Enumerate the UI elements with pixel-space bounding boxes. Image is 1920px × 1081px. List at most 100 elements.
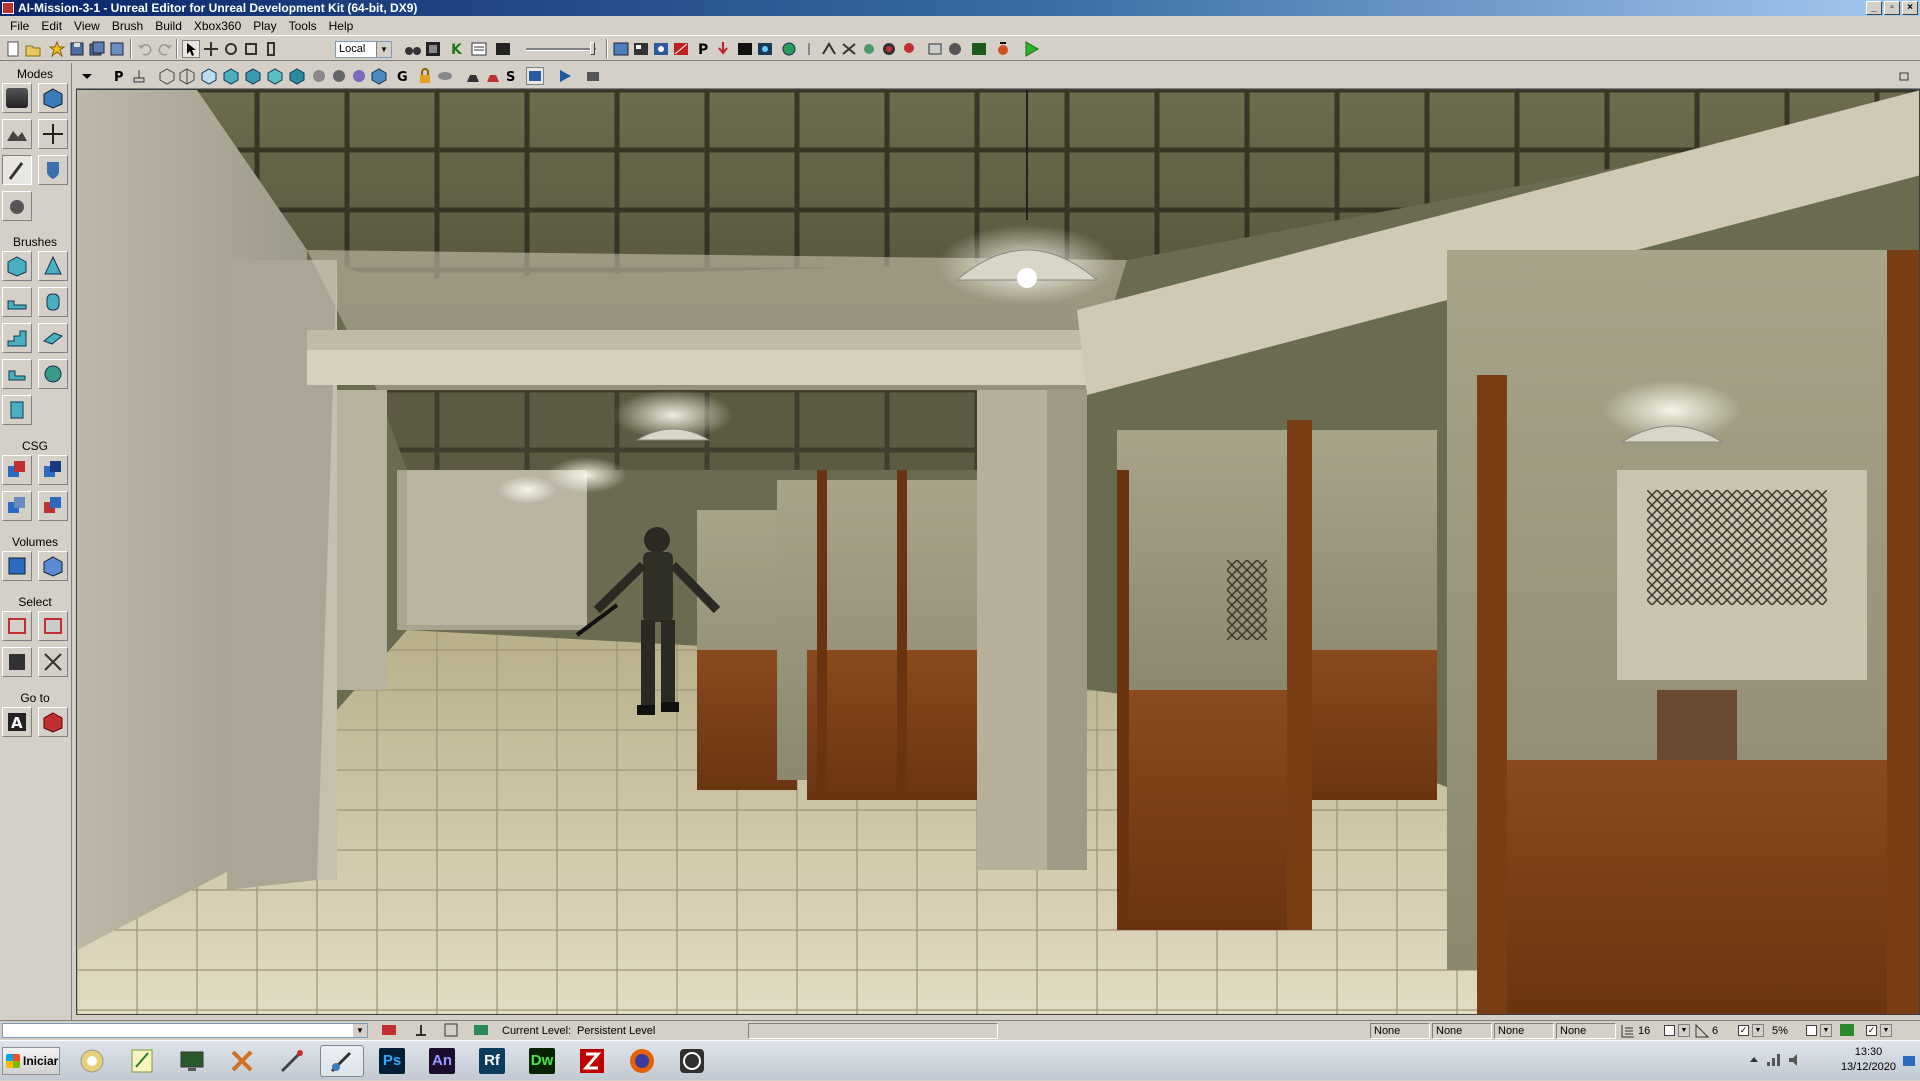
lit-button[interactable] xyxy=(222,67,240,85)
taskbar-unreal-editor-app[interactable] xyxy=(320,1045,364,1077)
taskbar-dreamweaver-app[interactable]: Dw xyxy=(520,1045,564,1077)
grid-snap-checkbox[interactable] xyxy=(1664,1025,1675,1036)
scale-snap-checkbox[interactable] xyxy=(1806,1025,1817,1036)
lock-icon[interactable] xyxy=(416,67,434,85)
play-in-editor-icon[interactable] xyxy=(1022,40,1040,58)
camera-lock-icon[interactable] xyxy=(584,67,602,85)
lightmap-density-button[interactable] xyxy=(350,67,368,85)
kismet-warning-icon[interactable] xyxy=(380,1022,398,1040)
autosave-dropdown[interactable]: ▼ xyxy=(1880,1024,1892,1037)
camera-speed-track[interactable] xyxy=(526,48,596,51)
volumetric-brush-button[interactable] xyxy=(2,395,32,425)
globe-icon[interactable] xyxy=(780,40,798,58)
csg-add-button[interactable] xyxy=(2,455,32,485)
taskbar-brush-app[interactable] xyxy=(270,1045,314,1077)
minimize-button[interactable]: _ xyxy=(1866,1,1882,15)
clock[interactable]: 13:30 13/12/2020 xyxy=(1841,1045,1896,1075)
rotation-grid-icon[interactable] xyxy=(1694,1023,1712,1041)
taskbar-firefox-app[interactable] xyxy=(620,1045,664,1077)
pawn-preview-icon[interactable] xyxy=(464,67,482,85)
drag-grid-icon[interactable] xyxy=(1620,1023,1638,1041)
console-command-input[interactable]: ▼ xyxy=(2,1023,368,1038)
lighting-info-button[interactable] xyxy=(370,67,388,85)
csg-subtract-button[interactable] xyxy=(38,455,68,485)
pin-icon[interactable] xyxy=(800,40,818,58)
show-all-button[interactable] xyxy=(38,647,68,677)
build-cover-icon[interactable]: P xyxy=(694,40,712,58)
curved-stair-button[interactable] xyxy=(2,287,32,317)
menu-file[interactable]: File xyxy=(4,19,35,33)
new-map-icon[interactable] xyxy=(4,40,22,58)
camera-mode-button[interactable] xyxy=(2,83,32,113)
scale-mode-icon[interactable] xyxy=(242,40,260,58)
menu-help[interactable]: Help xyxy=(323,19,360,33)
taskbar-obs-app[interactable] xyxy=(670,1045,714,1077)
taskbar-settings-app[interactable] xyxy=(70,1045,114,1077)
game-view-button[interactable]: G xyxy=(394,67,412,85)
taskbar-tools-app[interactable] xyxy=(220,1045,264,1077)
play-in-viewport-icon[interactable] xyxy=(994,40,1012,58)
light-complexity-button[interactable] xyxy=(288,67,306,85)
cylinder-brush-button[interactable] xyxy=(38,287,68,317)
play-viewport-button[interactable] xyxy=(556,67,574,85)
light-mode-icon[interactable] xyxy=(736,40,754,58)
menu-play[interactable]: Play xyxy=(247,19,282,33)
texture-align-button[interactable] xyxy=(38,119,68,149)
realtime-update-icon[interactable] xyxy=(1838,1022,1856,1040)
spiral-stair-button[interactable] xyxy=(2,359,32,389)
kismet-icon[interactable] xyxy=(424,40,442,58)
top-view-button[interactable] xyxy=(130,67,148,85)
stats-button[interactable]: S xyxy=(502,67,520,85)
taskbar-monitor-app[interactable] xyxy=(170,1045,214,1077)
foliage-mode-button[interactable] xyxy=(38,155,68,185)
start-button[interactable]: Iniciar xyxy=(2,1047,60,1075)
open-map-icon[interactable] xyxy=(24,40,42,58)
brush-wireframe-button[interactable] xyxy=(158,67,176,85)
translate-mode-icon[interactable] xyxy=(202,40,220,58)
lighting-only-button[interactable] xyxy=(266,67,284,85)
taskbar-reflector-app[interactable]: Rf xyxy=(470,1045,514,1077)
tray-expand-icon[interactable] xyxy=(1748,1053,1760,1067)
menu-tools[interactable]: Tools xyxy=(283,19,323,33)
realtime-preview-icon[interactable] xyxy=(436,67,454,85)
current-level-icon[interactable] xyxy=(472,1022,490,1040)
menu-brush[interactable]: Brush xyxy=(106,19,149,33)
scale-snap-dropdown[interactable]: ▼ xyxy=(1820,1024,1832,1037)
taskbar-animate-app[interactable]: An xyxy=(420,1045,464,1077)
taskbar-photoshop-app[interactable]: Ps xyxy=(370,1045,414,1077)
binoculars-icon[interactable] xyxy=(404,40,422,58)
level-browser-icon[interactable] xyxy=(442,1022,460,1040)
rotation-snap-dropdown[interactable]: ▼ xyxy=(1752,1024,1764,1037)
goto-actor-button[interactable]: A xyxy=(2,707,32,737)
hide-selected-button[interactable] xyxy=(38,611,68,641)
save-icon[interactable] xyxy=(68,40,86,58)
geometry-mode-button[interactable] xyxy=(38,83,68,113)
path-icon[interactable] xyxy=(820,40,838,58)
close-button[interactable]: × xyxy=(1902,1,1918,15)
menu-build[interactable]: Build xyxy=(149,19,188,33)
csg-intersect-button[interactable] xyxy=(2,491,32,521)
waypoint-icon[interactable] xyxy=(840,40,858,58)
kismet-editor-icon[interactable] xyxy=(470,40,488,58)
spawn-icon[interactable] xyxy=(484,67,502,85)
show-selected-button[interactable] xyxy=(2,611,32,641)
favorite-icon[interactable] xyxy=(48,40,66,58)
csg-deintersect-button[interactable] xyxy=(38,491,68,521)
save-all-levels-icon[interactable] xyxy=(108,40,126,58)
build-all-icon[interactable] xyxy=(714,40,732,58)
pawn-icon[interactable] xyxy=(880,40,898,58)
texture-density-button[interactable] xyxy=(310,67,328,85)
invert-selection-button[interactable] xyxy=(2,647,32,677)
level-viewport[interactable] xyxy=(76,89,1920,1015)
coordinate-system-dropdown[interactable]: Local ▼ xyxy=(335,41,392,58)
cube-brush-button[interactable] xyxy=(2,251,32,281)
rotation-snap-checkbox[interactable]: ✓ xyxy=(1738,1025,1749,1036)
redo-icon[interactable] xyxy=(156,40,174,58)
sheet-brush-button[interactable] xyxy=(38,323,68,353)
undo-icon[interactable] xyxy=(136,40,154,58)
menu-xbox360[interactable]: Xbox360 xyxy=(188,19,247,33)
autosave-checkbox[interactable]: ✓ xyxy=(1866,1025,1877,1036)
grid-size-dropdown[interactable]: ▼ xyxy=(1678,1024,1690,1037)
matinee-view-button[interactable] xyxy=(526,67,544,85)
taskbar-notes-app[interactable] xyxy=(120,1045,164,1077)
